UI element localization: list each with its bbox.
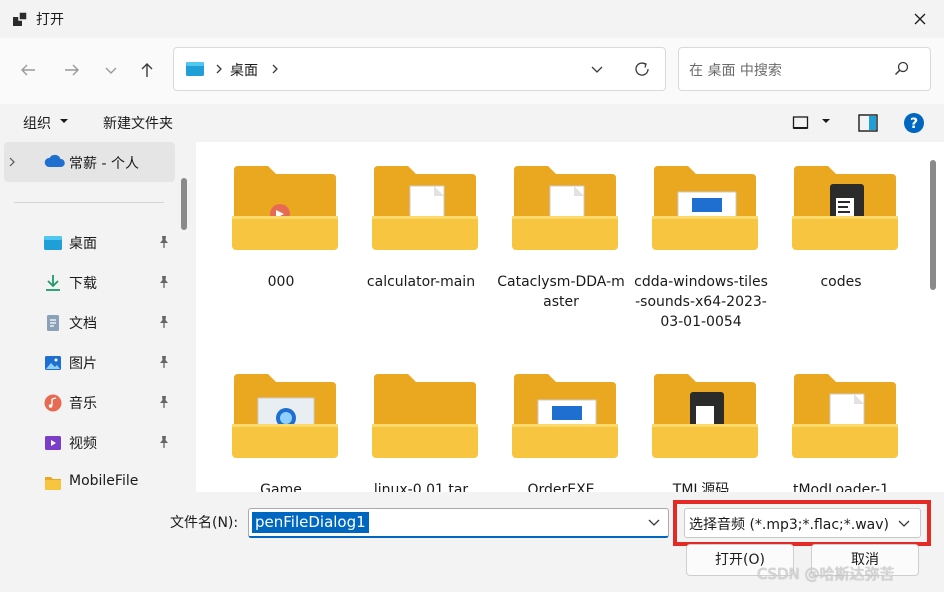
folder-icon	[45, 477, 61, 490]
filetype-highlight-box	[673, 500, 931, 546]
chevron-right-icon[interactable]	[8, 157, 16, 167]
folder-name: TML源码	[672, 482, 730, 492]
cloud-icon	[44, 154, 65, 167]
sidebar-item-label: 常薪 - 个人	[69, 156, 139, 172]
folder-name: calculator-main	[366, 274, 476, 290]
sidebar-item-desktop[interactable]: 桌面	[0, 224, 178, 260]
address-location[interactable]: 桌面	[230, 60, 258, 80]
folder-name: cdda-windows-tiles-sounds-x64-2023-03-01…	[634, 274, 768, 330]
music-icon	[44, 394, 62, 412]
watermark: CSDN @哈斯达弥苦	[757, 565, 895, 583]
folder-icon	[652, 374, 758, 458]
sidebar-item-videos[interactable]: 视频	[0, 424, 178, 460]
folder-icon	[792, 374, 898, 458]
arrow-left-icon	[21, 64, 35, 76]
folder-icon	[232, 166, 338, 250]
chevron-down-icon[interactable]	[647, 515, 661, 529]
sidebar-item-label: 图片	[69, 356, 97, 372]
up-button[interactable]	[131, 54, 163, 86]
sidebar-item-label: MobileFile	[69, 473, 139, 489]
close-button[interactable]	[896, 0, 944, 38]
address-history-button[interactable]	[584, 56, 610, 82]
folder-name: OrderEXE	[527, 482, 595, 492]
folder-icon	[792, 166, 898, 250]
caret-down-icon[interactable]	[822, 117, 830, 125]
sidebar-item-mobilefile[interactable]: MobileFile	[0, 464, 178, 492]
forward-button[interactable]	[56, 54, 88, 86]
folder-icon	[372, 374, 478, 458]
help-icon[interactable]: ?	[903, 112, 925, 134]
sidebar-item-documents[interactable]: 文档	[0, 304, 178, 340]
filename-value[interactable]: penFileDialog1	[252, 512, 369, 533]
folder-name: linux-0.01.tar	[373, 482, 469, 492]
preview-pane-icon[interactable]	[858, 114, 878, 132]
filename-input[interactable]: penFileDialog1	[248, 508, 669, 538]
sidebar-item-label: 下载	[69, 276, 97, 292]
sidebar-item-label: 文档	[69, 316, 97, 332]
folder-name: tModLoader-1	[792, 482, 890, 492]
folder-icon	[512, 374, 618, 458]
sidebar-item-label: 视频	[69, 436, 97, 452]
video-icon	[45, 436, 61, 450]
search-icon[interactable]	[893, 60, 911, 78]
sidebar-item-label: 音乐	[69, 396, 97, 412]
organize-menu[interactable]: 组织	[23, 113, 51, 133]
pin-icon[interactable]	[158, 435, 170, 449]
pin-icon[interactable]	[158, 355, 170, 369]
refresh-button[interactable]	[629, 56, 655, 82]
chevron-right-icon	[216, 64, 222, 74]
close-icon	[914, 13, 926, 25]
desktop-icon	[186, 62, 204, 76]
pin-icon[interactable]	[158, 395, 170, 409]
folder-icon	[652, 166, 758, 250]
folder-name: codes	[820, 274, 862, 290]
app-window-icon	[13, 11, 28, 26]
caret-down-icon[interactable]	[60, 117, 68, 125]
sidebar-item-pictures[interactable]: 图片	[0, 344, 178, 380]
search-box[interactable]: 在 桌面 中搜索	[678, 47, 931, 91]
arrow-up-icon	[141, 63, 153, 77]
window-title: 打开	[36, 12, 64, 28]
chevron-right-icon[interactable]	[268, 59, 282, 79]
download-icon	[46, 275, 60, 291]
back-button[interactable]	[12, 54, 44, 86]
pin-icon[interactable]	[158, 235, 170, 249]
navigation-pane: 常薪 - 个人 桌面 下载 文档 图片 音乐 视频 MobileFile	[0, 142, 193, 492]
desktop-icon	[44, 236, 62, 250]
command-bar: 组织 新建文件夹 ?	[0, 104, 944, 142]
arrow-right-icon	[65, 64, 79, 76]
document-icon	[47, 315, 59, 331]
title-bar: 打开	[0, 0, 944, 38]
new-folder-button[interactable]: 新建文件夹	[103, 113, 173, 133]
pin-icon[interactable]	[158, 315, 170, 329]
refresh-icon	[635, 62, 649, 76]
recent-locations-button[interactable]	[95, 54, 127, 86]
search-input[interactable]: 在 桌面 中搜索	[689, 60, 782, 80]
address-bar[interactable]: 桌面	[173, 47, 666, 91]
sidebar-divider	[14, 202, 164, 203]
chevron-down-icon	[591, 66, 603, 73]
filename-label: 文件名(N):	[170, 515, 239, 531]
sidebar-item-music[interactable]: 音乐	[0, 384, 178, 420]
folder-name: Game	[260, 482, 302, 492]
file-list: 000 calculator-main Cataclysm-DDA-master cd…	[196, 142, 944, 492]
sidebar-item-onedrive[interactable]: 常薪 - 个人	[4, 142, 175, 182]
pictures-icon	[45, 356, 61, 370]
folder-icon	[512, 166, 618, 250]
pin-icon[interactable]	[158, 275, 170, 289]
sidebar-item-downloads[interactable]: 下载	[0, 264, 178, 300]
chevron-down-icon	[105, 67, 117, 74]
sidebar-item-label: 桌面	[69, 236, 97, 252]
folder-name: 000	[267, 274, 295, 290]
folder-name: Cataclysm-DDA-master	[497, 274, 625, 310]
svg-text:?: ?	[910, 116, 918, 132]
sidebar-scrollbar[interactable]	[181, 178, 187, 230]
folder-icon	[232, 374, 338, 458]
folder-icon	[372, 166, 478, 250]
content-scrollbar[interactable]	[930, 160, 936, 290]
view-icon[interactable]	[792, 114, 810, 132]
